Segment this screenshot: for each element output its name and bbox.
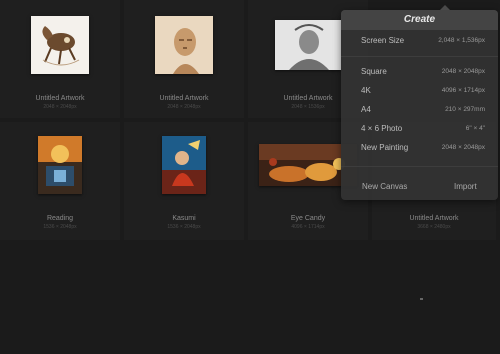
preset-option-photo[interactable]: 4 × 6 Photo 6" × 4" <box>341 118 498 138</box>
preset-option-square[interactable]: Square 2048 × 2048px <box>341 61 498 81</box>
option-label: New Painting <box>361 142 409 152</box>
reading-artwork-image <box>38 136 82 194</box>
artwork-title: Reading <box>46 215 74 222</box>
portrait-sketch-image <box>155 16 213 74</box>
option-label: Screen Size <box>361 35 405 45</box>
kasumi-artwork-image <box>162 136 206 194</box>
artwork-tile[interactable]: Reading 1536 × 2048px <box>0 122 120 240</box>
new-canvas-button[interactable]: New Canvas <box>362 182 407 191</box>
pencil-sketch-image <box>275 20 341 70</box>
artwork-tile[interactable]: Kasumi 1536 × 2048px <box>124 122 244 240</box>
cursor-indicator <box>420 298 423 300</box>
artwork-title: Untitled Artwork <box>159 95 209 102</box>
artwork-thumbnail[interactable] <box>38 136 82 194</box>
artwork-dimensions: 1536 × 2048px <box>43 224 77 230</box>
option-label: Square <box>361 66 387 76</box>
artwork-dimensions: 2048 × 2048px <box>167 104 201 110</box>
artwork-thumbnail[interactable] <box>31 16 89 74</box>
preset-option-a4[interactable]: A4 210 × 297mm <box>341 99 498 119</box>
artwork-thumbnail[interactable] <box>155 16 213 74</box>
popover-title: Create <box>341 10 498 30</box>
divider <box>341 56 498 57</box>
option-label: A4 <box>361 104 371 114</box>
artwork-thumbnail[interactable] <box>275 20 341 70</box>
artwork-dimensions: 2048 × 2048px <box>43 104 77 110</box>
creature-sketch-image <box>42 26 80 66</box>
artwork-title: Kasumi <box>172 215 196 222</box>
artwork-title: Untitled Artwork <box>35 95 85 102</box>
artwork-dimensions: 1536 × 2048px <box>167 224 201 230</box>
artwork-thumbnail[interactable] <box>162 136 206 194</box>
option-value: 2048 × 2048px <box>441 143 485 151</box>
artwork-dimensions: 3668 × 2480px <box>417 224 451 230</box>
option-value: 2048 × 2048px <box>441 67 485 75</box>
preset-option-4k[interactable]: 4K 4096 × 1714px <box>341 80 498 100</box>
option-value: 4096 × 1714px <box>441 86 485 94</box>
divider <box>341 166 498 167</box>
preset-option-new-painting[interactable]: New Painting 2048 × 2048px <box>341 137 498 157</box>
screen-size-option[interactable]: Screen Size 2,048 × 1,536px <box>341 30 498 50</box>
option-value: 2,048 × 1,536px <box>438 36 485 44</box>
artwork-tile[interactable]: Untitled Artwork 2048 × 2048px <box>124 0 244 118</box>
option-value: 6" × 4" <box>465 124 485 132</box>
artwork-tile[interactable]: Untitled Artwork 2048 × 2048px <box>0 0 120 118</box>
option-label: 4 × 6 Photo <box>361 123 403 133</box>
import-button[interactable]: Import <box>454 182 477 191</box>
artwork-dimensions: 4096 × 1714px <box>291 224 325 230</box>
artwork-title: Eye Candy <box>290 215 326 222</box>
artwork-title: Untitled Artwork <box>409 215 459 222</box>
create-popover: Create Screen Size 2,048 × 1,536px Squar… <box>341 5 498 200</box>
option-label: 4K <box>361 85 371 95</box>
option-value: 210 × 297mm <box>445 105 485 113</box>
